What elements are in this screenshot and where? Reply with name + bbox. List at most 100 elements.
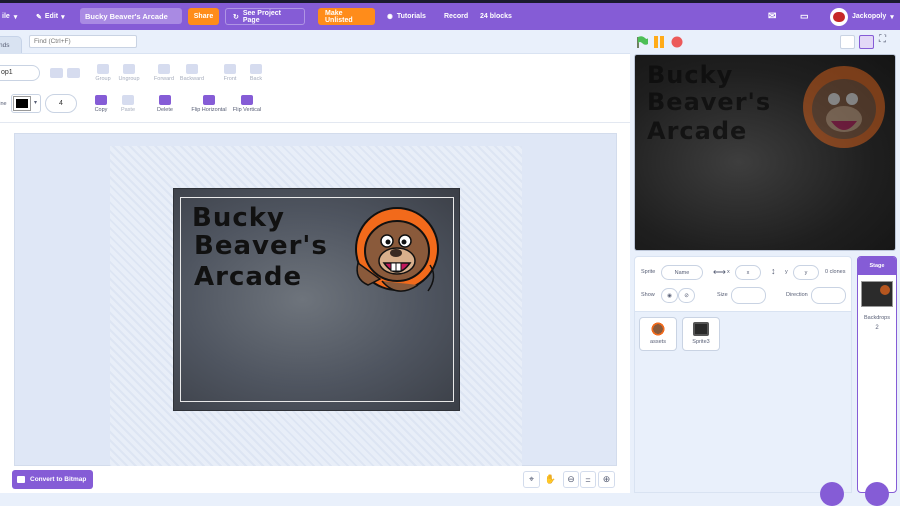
backdrop-thumb — [861, 281, 893, 307]
add-sprite-button[interactable] — [820, 482, 844, 506]
convert-to-bitmap-button[interactable]: Convert to Bitmap — [12, 470, 93, 489]
sprite-info-panel: Sprite Name ⟷ x x ↕ y y 0 clones Show ◉ … — [634, 256, 852, 312]
back-button[interactable]: Back — [246, 64, 266, 82]
front-button[interactable]: Front — [220, 64, 240, 82]
zoom-out-icon[interactable]: ⊖ — [563, 471, 579, 488]
tab-sounds[interactable]: nds — [0, 36, 22, 54]
pause-icon[interactable] — [654, 36, 665, 48]
stage-title-line-2: Beaver's — [647, 88, 772, 116]
y-label: y — [785, 269, 788, 275]
sprite-tile-sprite3[interactable]: Sprite3 — [682, 317, 720, 351]
convert-to-bitmap-label: Convert to Bitmap — [30, 476, 87, 483]
redo-icon[interactable] — [67, 68, 80, 78]
flip-vertical-label: Flip Vertical — [232, 107, 262, 113]
beaver-thumb-icon — [650, 322, 666, 336]
hand-pan-icon[interactable]: ✋ — [543, 471, 558, 488]
fullscreen-icon[interactable]: ⛶ — [879, 34, 886, 45]
sprite-label: Sprite — [641, 269, 656, 275]
stage-selector[interactable]: Stage Backdrops 2 — [857, 256, 897, 493]
zoom-in-icon[interactable]: ⊕ — [598, 471, 615, 488]
file-menu[interactable]: ile ▾ — [2, 3, 17, 30]
edit-menu[interactable]: ✎ Edit ▾ — [36, 3, 65, 30]
see-project-page-button[interactable]: ↻ See Project Page — [225, 8, 305, 25]
clone-count: 0 clones — [825, 269, 846, 275]
lightbulb-icon: ✺ — [387, 13, 393, 21]
sprite-x-input[interactable]: x — [735, 265, 761, 280]
chevron-down-icon: ▾ — [34, 100, 38, 106]
delete-button[interactable]: Delete — [154, 95, 176, 113]
account-menu[interactable]: Jackopoly ▾ — [830, 3, 894, 30]
green-flag-icon[interactable] — [636, 36, 649, 48]
stage-canvas[interactable]: Bucky Beaver's Arcade — [634, 54, 896, 251]
menu-bar: ile ▾ ✎ Edit ▾ Bucky Beaver's Arcade Sha… — [0, 3, 900, 30]
my-stuff-folder-icon[interactable]: ▭ — [800, 3, 809, 30]
backward-button[interactable]: Backward — [178, 64, 206, 82]
chevron-down-icon: ▾ — [890, 13, 894, 21]
large-stage-icon[interactable] — [859, 35, 874, 49]
refresh-icon: ↻ — [233, 13, 239, 21]
copy-label: Copy — [94, 107, 108, 113]
direction-label: Direction — [786, 292, 808, 298]
flip-vertical-icon — [241, 95, 253, 105]
beaver-mascot-icon — [355, 207, 439, 292]
sprite-size-input[interactable] — [731, 287, 766, 304]
username: Jackopoly — [852, 13, 887, 20]
find-input[interactable] — [29, 35, 137, 48]
paint-canvas[interactable]: Bucky Beaver's Arcade — [14, 133, 617, 467]
sprite-direction-input[interactable] — [811, 287, 846, 304]
outline-width-input[interactable]: 4 — [45, 94, 77, 113]
record-button[interactable]: Record — [444, 3, 468, 30]
backdrops-count: 2 — [875, 325, 879, 331]
costume-name-input[interactable]: op1 — [0, 65, 40, 81]
stage-header: ⛶ — [630, 30, 900, 54]
see-project-page-label: See Project Page — [242, 9, 282, 24]
undo-icon[interactable] — [50, 68, 63, 78]
size-label: Size — [717, 292, 728, 298]
flip-horizontal-button[interactable]: Flip Horizontal — [190, 95, 228, 113]
ungroup-icon — [123, 64, 135, 74]
ungroup-button[interactable]: Ungroup — [117, 64, 141, 82]
copy-button[interactable]: Copy — [90, 95, 112, 113]
edit-menu-label: Edit — [44, 13, 59, 20]
stage-thumb-icon — [693, 322, 709, 336]
show-visible-icon[interactable]: ◉ — [661, 288, 678, 303]
x-arrows-icon: ⟷ — [713, 267, 726, 277]
chevron-down-icon: ▾ — [13, 13, 18, 21]
forward-button[interactable]: Forward — [151, 64, 177, 82]
outline-label: line — [0, 101, 7, 107]
front-label: Front — [223, 76, 237, 82]
show-hidden-icon[interactable]: ⊘ — [678, 288, 695, 303]
delete-label: Delete — [157, 107, 173, 113]
group-button[interactable]: Group — [92, 64, 114, 82]
group-label: Group — [95, 76, 111, 82]
zoom-reset-button[interactable]: = — [580, 471, 596, 488]
project-title-input[interactable]: Bucky Beaver's Arcade — [80, 8, 182, 24]
flip-vertical-button[interactable]: Flip Vertical — [231, 95, 263, 113]
share-button[interactable]: Share — [188, 8, 219, 25]
sprite-y-input[interactable]: y — [793, 265, 819, 280]
sprite-name-input[interactable]: Name — [661, 265, 703, 280]
add-backdrop-button[interactable] — [865, 482, 889, 506]
brush-mode-icon[interactable]: ⌖ — [523, 471, 540, 488]
art-title-line-3: Arcade — [194, 262, 303, 292]
sprite-list: assets Sprite3 — [634, 311, 852, 493]
sprite-name: Sprite3 — [692, 339, 710, 345]
avatar — [830, 7, 848, 26]
front-icon — [224, 64, 236, 74]
small-stage-icon[interactable] — [840, 35, 855, 49]
paste-button[interactable]: Paste — [117, 95, 139, 113]
group-icon — [97, 64, 109, 74]
tutorials-label: Tutorials — [396, 13, 426, 20]
costume-artwork[interactable]: Bucky Beaver's Arcade — [173, 188, 460, 411]
messages-icon[interactable]: ✉ — [768, 3, 776, 30]
sprite-tile-assets[interactable]: assets — [639, 317, 677, 351]
make-unlisted-button[interactable]: Make Unlisted — [318, 8, 375, 25]
forward-label: Forward — [153, 76, 175, 82]
editor-tab-row: nds — [0, 30, 630, 54]
block-count: 24 blocks — [480, 13, 512, 20]
y-arrows-icon: ↕ — [771, 266, 776, 276]
stop-icon[interactable] — [671, 36, 683, 48]
tutorials-button[interactable]: ✺ Tutorials — [387, 3, 426, 30]
outline-color-swatch[interactable]: ▾ — [11, 94, 41, 113]
back-icon — [250, 64, 262, 74]
